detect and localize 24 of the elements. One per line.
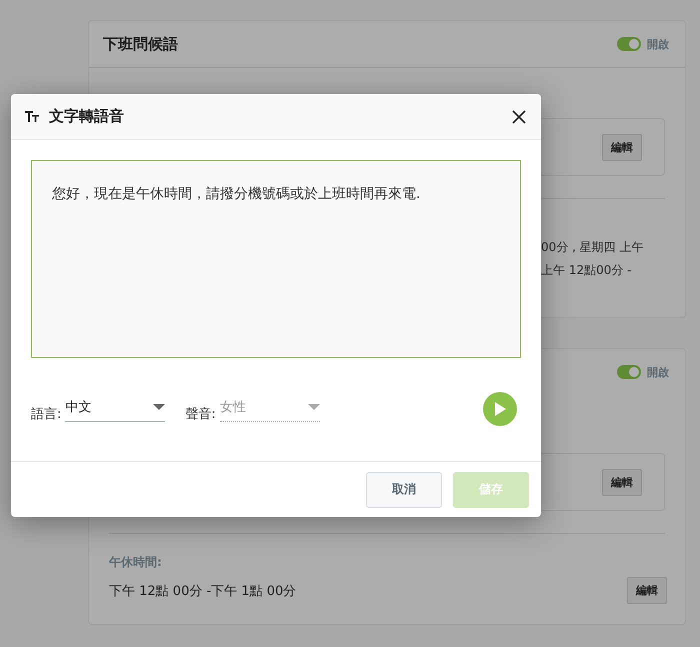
message-field[interactable]: 您好，現在是午休時間，請撥分機號碼或於上班時間再來電. bbox=[31, 160, 521, 358]
toggle-switch[interactable] bbox=[617, 37, 641, 51]
lunch-label: 午休時間: bbox=[109, 554, 163, 571]
toggle-label: 開啟 bbox=[647, 364, 669, 380]
cancel-button[interactable]: 取消 bbox=[366, 472, 442, 508]
dropdown[interactable]: 中文 bbox=[65, 396, 166, 422]
text-size-icon bbox=[25, 111, 39, 122]
toggle-label: 開啟 bbox=[647, 36, 669, 52]
field-label: 語言: bbox=[31, 406, 62, 423]
schedule-text: 上午 12點00分 - bbox=[541, 262, 632, 279]
panel-title: 下班問候語 bbox=[103, 34, 178, 54]
play-button[interactable] bbox=[483, 392, 517, 426]
edit-button[interactable]: 編輯 bbox=[627, 577, 667, 604]
edit-button[interactable]: 編輯 bbox=[602, 468, 642, 496]
lunch-time: 下午 12點 00分 -下午 1點 00分 bbox=[109, 582, 296, 600]
caret-icon bbox=[153, 404, 166, 410]
field-label: 聲音: bbox=[185, 406, 216, 423]
caret-icon bbox=[308, 404, 320, 410]
close-button[interactable] bbox=[511, 108, 527, 124]
play-icon bbox=[494, 402, 506, 416]
edit-button[interactable]: 編輯 bbox=[602, 134, 642, 160]
schedule-text: 00分 , 星期四 上午 bbox=[541, 239, 645, 256]
dialog-title: 文字轉語音 bbox=[49, 107, 125, 126]
toggle-switch[interactable] bbox=[617, 365, 641, 379]
